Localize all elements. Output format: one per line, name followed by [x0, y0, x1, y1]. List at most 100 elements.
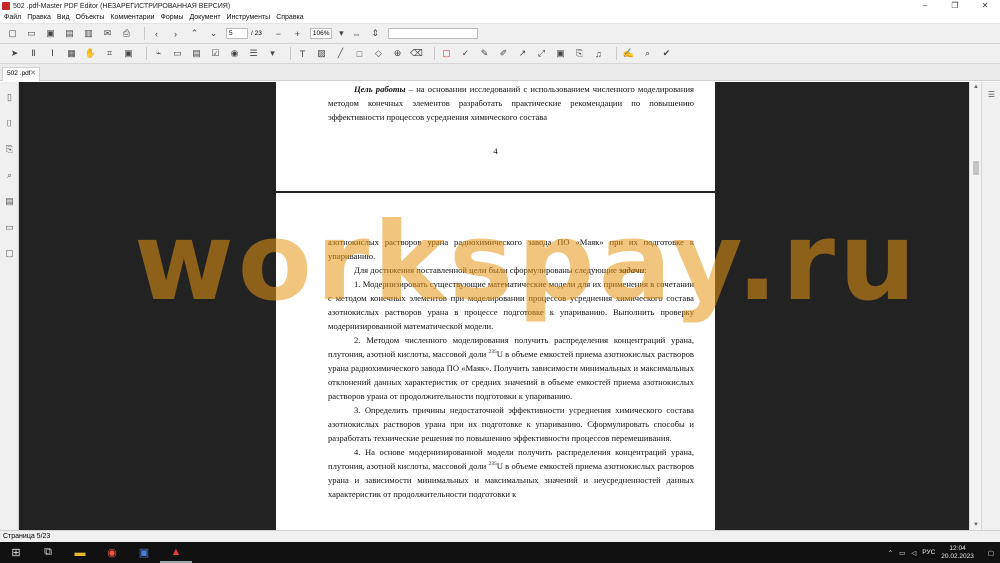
pages-panel-icon[interactable]: ▯: [4, 92, 15, 103]
text-field-icon[interactable]: ▤: [190, 47, 203, 60]
tab-label: 502 .pdf: [7, 70, 31, 77]
line-tool-icon[interactable]: ╱: [334, 47, 347, 60]
properties-panel-icon[interactable]: ☰: [986, 90, 997, 101]
network-icon[interactable]: ▭: [899, 549, 905, 557]
menu-help[interactable]: Справка: [276, 14, 303, 21]
page5-body: азотнокислых растворов урана радиохимиче…: [328, 235, 694, 501]
document-tab-bar: 502 .pdf ✕: [0, 64, 1000, 81]
tab-close-icon[interactable]: ✕: [30, 68, 36, 80]
zoom-dropdown-icon[interactable]: ▾: [335, 27, 348, 40]
open-folder-icon[interactable]: ▭: [25, 27, 38, 40]
close-button[interactable]: ✕: [970, 0, 1000, 12]
signatures-panel-icon[interactable]: ▭: [4, 222, 15, 233]
p5-superscript: 235: [488, 461, 497, 468]
save-icon[interactable]: ▣: [44, 27, 57, 40]
windows-start-icon[interactable]: ⊞: [0, 542, 32, 563]
add-text-icon[interactable]: T: [296, 47, 309, 60]
menu-forms[interactable]: Формы: [161, 14, 184, 21]
hand-tool-icon[interactable]: ✋: [84, 47, 97, 60]
toolbar-separator: [144, 27, 145, 40]
select-arrow-icon[interactable]: ➤: [8, 47, 21, 60]
list-box-icon[interactable]: ☰: [247, 47, 260, 60]
pdf-editor-task-icon[interactable]: ▲: [160, 542, 192, 563]
menu-edit[interactable]: Правка: [27, 14, 51, 21]
language-indicator[interactable]: РУС: [922, 549, 935, 556]
search-tool-icon[interactable]: ⌕: [641, 47, 654, 60]
text-box-icon[interactable]: ▣: [554, 47, 567, 60]
document-canvas[interactable]: Цель работы – на основании исследований …: [19, 82, 969, 530]
zoom-select[interactable]: 106%: [309, 28, 332, 39]
attachment-icon[interactable]: ⎘: [573, 47, 586, 60]
snapshot-icon[interactable]: ▦: [65, 47, 78, 60]
approve-icon[interactable]: ✔: [660, 47, 673, 60]
highlight-icon[interactable]: ✐: [497, 47, 510, 60]
new-document-icon[interactable]: ▢: [6, 27, 19, 40]
edit-objects-icon[interactable]: ⌗: [103, 47, 116, 60]
p1-emphasis: задачи: [618, 265, 645, 275]
sign-icon[interactable]: ✍: [622, 47, 635, 60]
page-number-input[interactable]: 5: [226, 28, 248, 39]
image-icon[interactable]: ▣: [122, 47, 135, 60]
clock[interactable]: 12:04 20.02.2023: [941, 545, 974, 561]
back-icon[interactable]: ‹: [150, 27, 163, 40]
attachments-panel-icon[interactable]: ⎘: [4, 144, 15, 155]
text-select-icon[interactable]: Ⅰ: [46, 47, 59, 60]
page-number: 4: [493, 146, 498, 156]
word-icon[interactable]: ▣: [128, 542, 160, 563]
combo-box-icon[interactable]: ▾: [266, 47, 279, 60]
print-icon[interactable]: ⎙: [120, 27, 133, 40]
main-toolbar: ▢ ▭ ▣ ▤ ▥ ✉ ⎙ ‹ › ⌃ ⌄ 5 / 23 − + 106% ▾ …: [0, 24, 1000, 44]
menu-bar: Файл Правка Вид Объекты Комментарии Форм…: [0, 12, 1000, 24]
fit-width-icon[interactable]: ⇔: [350, 27, 363, 40]
forward-icon[interactable]: ›: [169, 27, 182, 40]
menu-objects[interactable]: Объекты: [76, 14, 105, 21]
link-icon[interactable]: ⌁: [152, 47, 165, 60]
stamp-icon[interactable]: ⊕: [391, 47, 404, 60]
vertical-scrollbar[interactable]: ▲ ▼: [969, 82, 981, 530]
checkmark-icon[interactable]: ✓: [459, 47, 472, 60]
bookmarks-panel-icon[interactable]: ⌷: [4, 118, 15, 129]
shape-tool-icon[interactable]: ◇: [372, 47, 385, 60]
minimize-button[interactable]: –: [910, 0, 940, 12]
save-as-icon[interactable]: ▤: [63, 27, 76, 40]
file-explorer-icon[interactable]: ▬: [64, 542, 96, 563]
zoom-in-icon[interactable]: +: [291, 27, 304, 40]
notifications-icon[interactable]: ▢: [988, 549, 994, 557]
checkbox-icon[interactable]: ☑: [209, 47, 222, 60]
menu-comments[interactable]: Комментарии: [110, 14, 154, 21]
arrow-line-icon[interactable]: ↗: [516, 47, 529, 60]
menu-document[interactable]: Документ: [189, 14, 220, 21]
scrollbar-thumb[interactable]: [973, 161, 979, 175]
radio-button-icon[interactable]: ◉: [228, 47, 241, 60]
menu-view[interactable]: Вид: [57, 14, 70, 21]
search-input[interactable]: [387, 28, 478, 39]
prev-page-icon[interactable]: ⌃: [188, 27, 201, 40]
sound-icon[interactable]: ♫: [592, 47, 605, 60]
tools-toolbar: ➤ Ⅱ Ⅰ ▦ ✋ ⌗ ▣ ⌁ ▭ ▤ ☑ ◉ ☰ ▾ T ▨ ╱ □ ◇ ⊕ …: [0, 44, 1000, 64]
measure-icon[interactable]: ⤢: [535, 47, 548, 60]
task-view-icon[interactable]: ⧉: [32, 542, 64, 563]
pencil-icon[interactable]: ✎: [478, 47, 491, 60]
tray-overflow-icon[interactable]: ⌃: [888, 549, 893, 557]
window-title: 502 .pdf-Master PDF Editor (НЕЗАРЕГИСТРИ…: [13, 2, 231, 10]
chrome-icon[interactable]: ◉: [96, 542, 128, 563]
rectangle-tool-icon[interactable]: □: [353, 47, 366, 60]
note-icon[interactable]: ▢: [440, 47, 453, 60]
volume-icon[interactable]: ◁: [911, 549, 916, 557]
maximize-button[interactable]: ❐: [940, 0, 970, 12]
menu-tools[interactable]: Инструменты: [227, 14, 271, 21]
edit-text-icon[interactable]: Ⅱ: [27, 47, 40, 60]
structure-panel-icon[interactable]: ▢: [4, 248, 15, 259]
add-image-icon[interactable]: ▨: [315, 47, 328, 60]
fit-page-icon[interactable]: ⇕: [369, 27, 382, 40]
document-properties-icon[interactable]: ▥: [82, 27, 95, 40]
email-icon[interactable]: ✉: [101, 27, 114, 40]
eraser-icon[interactable]: ⌫: [410, 47, 423, 60]
zoom-out-icon[interactable]: −: [272, 27, 285, 40]
layers-panel-icon[interactable]: ▤: [4, 196, 15, 207]
search-panel-icon[interactable]: ⌕: [4, 170, 15, 181]
next-page-icon[interactable]: ⌄: [207, 27, 220, 40]
tab-document[interactable]: 502 .pdf ✕: [2, 67, 40, 81]
menu-file[interactable]: Файл: [4, 14, 21, 21]
button-field-icon[interactable]: ▭: [171, 47, 184, 60]
